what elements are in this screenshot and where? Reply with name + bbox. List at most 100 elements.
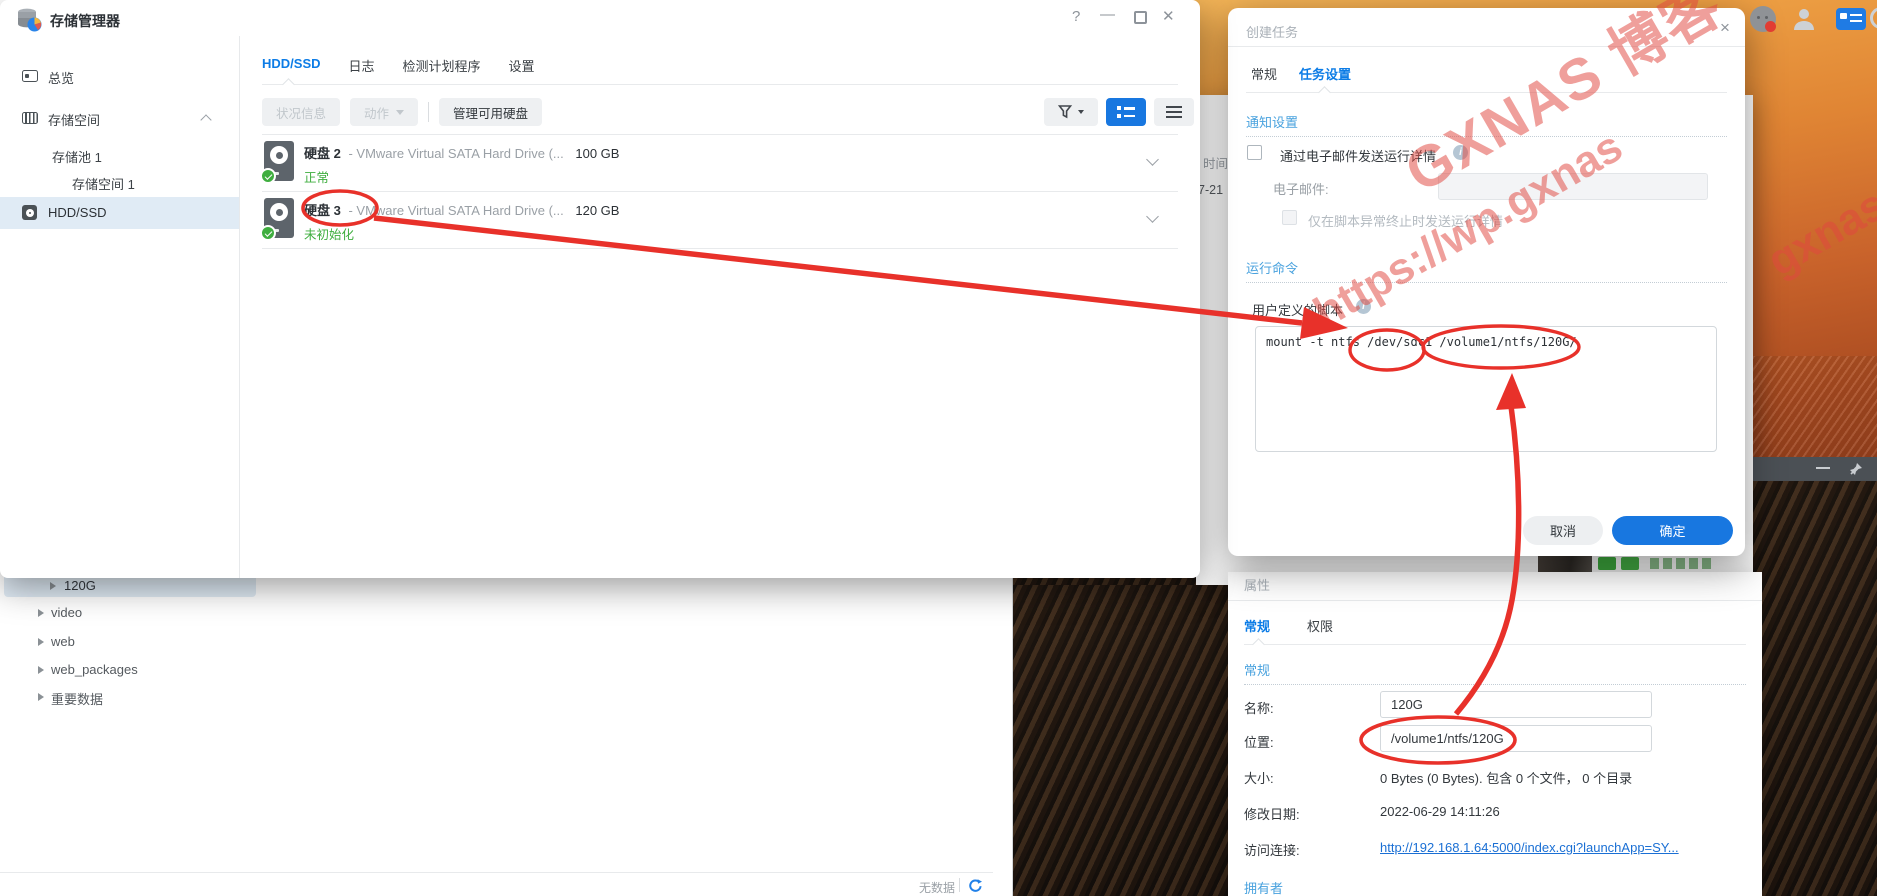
sidebar-item-hdd-ssd[interactable]: HDD/SSD — [0, 197, 239, 229]
create-task-dialog: 创建任务 × 常规 任务设置 通知设置 通过电子邮件发送运行详情 i 电子邮件:… — [1228, 8, 1745, 556]
minimize-icon[interactable]: — — [1100, 7, 1115, 22]
ok-button[interactable]: 确定 — [1612, 516, 1733, 545]
expand-arrow-icon[interactable] — [38, 666, 44, 674]
window-title: 存储管理器 — [50, 13, 120, 29]
size-value: 0 Bytes (0 Bytes). 包含 0 个文件， 0 个目录 — [1380, 771, 1633, 786]
tab-hdd-ssd[interactable]: HDD/SSD — [262, 56, 321, 75]
tree-item-label[interactable]: 120G — [64, 578, 96, 593]
tree-item-label[interactable]: video — [51, 605, 82, 620]
drive-row-2[interactable]: 硬盘 3 - VMware Virtual SATA Hard Drive (.… — [260, 192, 1178, 248]
location-input[interactable] — [1380, 725, 1652, 752]
tab-divider — [262, 84, 1178, 85]
widget-minimize-icon[interactable] — [1816, 467, 1830, 470]
manage-drives-button[interactable]: 管理可用硬盘 — [439, 98, 543, 126]
user-icon[interactable] — [1792, 6, 1816, 32]
toolbar-separator — [428, 102, 430, 122]
section-owner: 拥有者 — [1244, 881, 1284, 896]
statusbar-divider — [0, 872, 993, 873]
filter-caret-icon — [1078, 110, 1084, 114]
sidebar-item-label[interactable]: HDD/SSD — [48, 205, 107, 220]
location-field[interactable] — [1380, 725, 1652, 752]
email-checkbox[interactable] — [1247, 145, 1262, 160]
list-view-button[interactable] — [1106, 98, 1146, 126]
maximize-icon[interactable] — [1134, 11, 1147, 24]
expand-chevron-icon[interactable] — [1146, 153, 1159, 166]
tree-item-label[interactable]: web — [51, 634, 75, 649]
tree-item-video[interactable]: video — [0, 601, 256, 624]
drive-desc: - VMware Virtual SATA Hard Drive (... — [348, 146, 564, 161]
close-icon[interactable]: ✕ — [1162, 9, 1175, 24]
modified-label: 修改日期: — [1244, 807, 1300, 822]
overview-icon — [22, 70, 38, 82]
dialog-title: 创建任务 — [1246, 25, 1299, 40]
script-textarea[interactable]: mount -t ntfs /dev/sdc1 /volume1/ntfs/12… — [1255, 326, 1717, 452]
tab-task-settings[interactable]: 任务设置 — [1299, 64, 1351, 83]
tab-general[interactable]: 常规 — [1244, 616, 1270, 635]
background-icon-green-1 — [1598, 557, 1616, 570]
expand-chevron-icon[interactable] — [1146, 210, 1159, 223]
notification-badge — [1765, 21, 1776, 32]
help-icon[interactable]: ? — [1072, 9, 1080, 24]
storage-manager-window: 存储管理器 ? — ✕ 总览 存储空间 存储池 1 存储空间 1 HDD/SSD… — [0, 0, 1200, 578]
info-icon[interactable]: i — [1356, 299, 1371, 314]
widget-photo — [1753, 356, 1877, 457]
tree-item-web[interactable]: web — [0, 630, 256, 653]
properties-title-divider — [1228, 600, 1762, 601]
healthy-badge-icon — [260, 168, 276, 184]
access-link[interactable]: http://192.168.1.64:5000/index.cgi?launc… — [1380, 840, 1679, 855]
active-tab-notch — [1318, 86, 1331, 99]
tab-test-scheduler[interactable]: 检测计划程序 — [403, 56, 481, 75]
cancel-button[interactable]: 取消 — [1523, 516, 1603, 545]
properties-tab-divider — [1244, 644, 1746, 645]
sidebar-item-label[interactable]: 存储空间 1 — [72, 174, 135, 193]
drive-name: 硬盘 2 — [304, 146, 341, 161]
desktop-widget — [1753, 356, 1877, 481]
avatar-eye — [1757, 16, 1760, 19]
tab-bar: HDD/SSD 日志 检测计划程序 设置 — [262, 56, 535, 75]
widgets-icon[interactable] — [1836, 8, 1866, 30]
name-input[interactable] — [1380, 691, 1652, 718]
collapse-chevron-icon[interactable] — [200, 114, 212, 126]
notification-avatar-icon[interactable] — [1750, 6, 1776, 32]
active-tab-notch — [282, 78, 295, 91]
section-notification: 通知设置 — [1246, 115, 1299, 130]
drive-title: 硬盘 2 - VMware Virtual SATA Hard Drive (.… — [304, 143, 619, 162]
section-divider — [1244, 684, 1746, 685]
compact-view-button[interactable] — [1154, 98, 1194, 126]
tab-permissions[interactable]: 权限 — [1307, 616, 1333, 635]
drive-status: 正常 — [304, 171, 330, 185]
expand-arrow-icon[interactable] — [38, 693, 44, 701]
section-run-command: 运行命令 — [1246, 261, 1299, 276]
tree-item-web-packages[interactable]: web_packages — [0, 658, 256, 681]
dialog-title-divider — [1228, 46, 1745, 47]
widget-pin-icon[interactable] — [1848, 461, 1864, 477]
refresh-icon[interactable] — [968, 878, 983, 896]
close-icon[interactable]: × — [1720, 19, 1730, 36]
email-field — [1438, 173, 1708, 200]
filter-button[interactable] — [1044, 98, 1098, 126]
tree-item-important-data[interactable]: 重要数据 — [0, 685, 256, 708]
sidebar-item-storage[interactable]: 存储空间 — [0, 104, 240, 134]
tree-item-label[interactable]: web_packages — [51, 662, 138, 677]
tab-log[interactable]: 日志 — [349, 56, 375, 75]
access-link-label: 访问连接: — [1244, 843, 1300, 858]
tab-general[interactable]: 常规 — [1251, 64, 1277, 83]
sidebar-item-overview[interactable]: 总览 — [0, 62, 240, 92]
expand-arrow-icon[interactable] — [50, 582, 56, 590]
info-icon[interactable]: i — [1453, 145, 1468, 160]
tab-settings[interactable]: 设置 — [509, 56, 535, 75]
expand-arrow-icon[interactable] — [38, 609, 44, 617]
dropdown-caret-icon — [396, 109, 405, 115]
tree-item-label[interactable]: 重要数据 — [51, 689, 103, 708]
sidebar-item-storage-space-1[interactable]: 存储空间 1 — [0, 169, 240, 195]
sidebar-item-storage-pool-1[interactable]: 存储池 1 — [0, 142, 240, 168]
active-tab-notch — [1252, 638, 1265, 651]
sidebar-item-label[interactable]: 存储空间 — [48, 110, 100, 129]
background-thumbnail — [1538, 556, 1592, 573]
sidebar-item-label[interactable]: 存储池 1 — [52, 147, 102, 166]
properties-panel: 属性 常规 权限 常规 名称: 位置: 大小: 0 Bytes (0 Bytes… — [1228, 572, 1762, 896]
name-field[interactable] — [1380, 691, 1652, 718]
sidebar-item-label[interactable]: 总览 — [48, 68, 74, 87]
expand-arrow-icon[interactable] — [38, 638, 44, 646]
drive-row-1[interactable]: 硬盘 2 - VMware Virtual SATA Hard Drive (.… — [260, 135, 1178, 191]
